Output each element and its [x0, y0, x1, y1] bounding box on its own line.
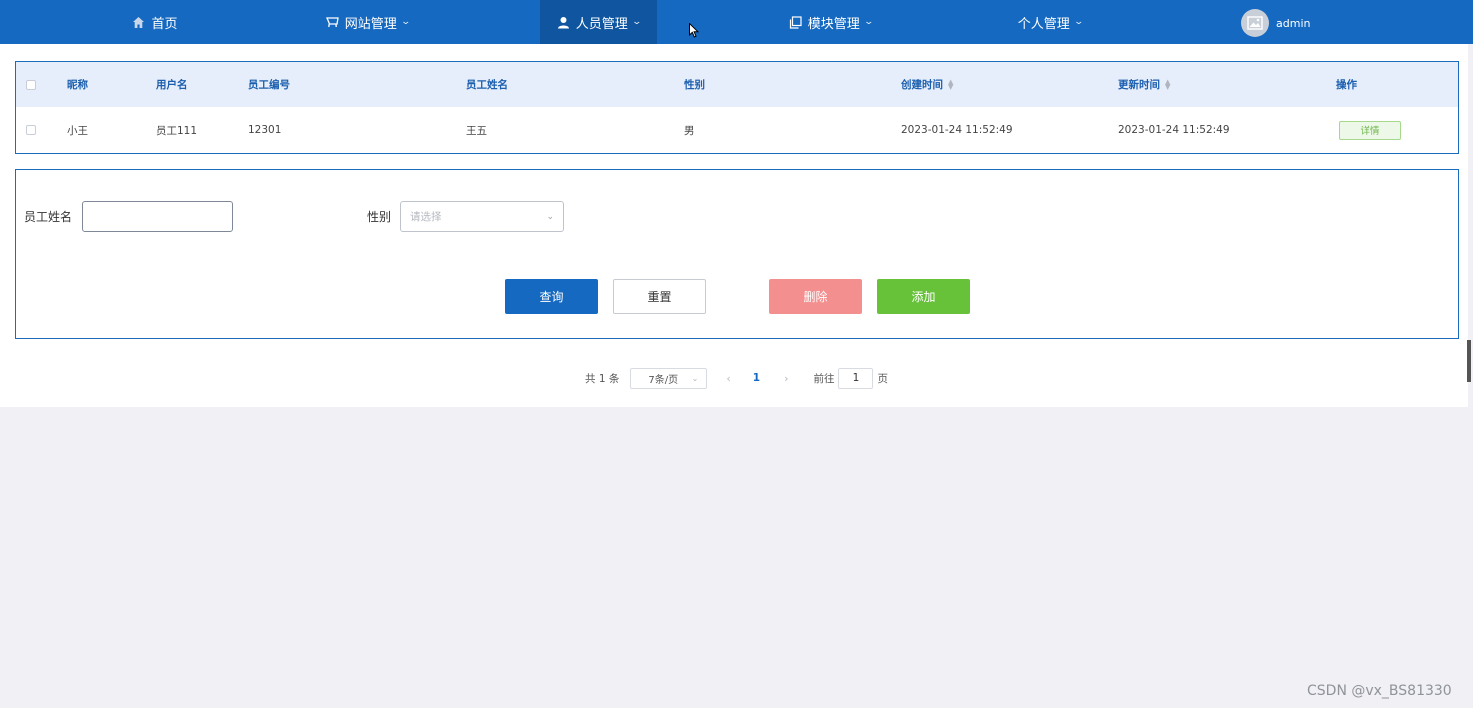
gender-label: 性别 [367, 210, 392, 224]
pagination-total: 共 1 条 [585, 372, 620, 385]
query-button[interactable]: 查询 [505, 279, 598, 314]
gender-select-placeholder: 请选择 [410, 211, 442, 223]
chevron-down-icon: ⌄ [863, 17, 874, 27]
row-checkbox[interactable] [26, 107, 36, 153]
nav-item-home[interactable]: 首页 [100, 0, 210, 44]
goto-page-input[interactable]: 1 [838, 367, 874, 389]
user-name: admin [1276, 16, 1311, 30]
scrollbar[interactable] [1467, 340, 1471, 382]
table-row: 小王 员工111 12301 王五 男 2023-01-24 11:52:49 … [16, 107, 1458, 153]
cell-employee-no: 12301 [248, 124, 282, 136]
prev-page-icon[interactable]: ‹ [726, 372, 730, 385]
detail-button[interactable]: 详情 [1339, 120, 1401, 140]
chevron-down-icon: ⌄ [546, 211, 554, 222]
delete-button[interactable]: 删除 [769, 279, 862, 314]
column-header-created-label: 创建时间 [901, 79, 943, 91]
goto-label: 前往 [813, 372, 835, 385]
top-nav: 首页 网站管理 ⌄ 人员管理 ⌄ 模块管理 ⌄ 个人管理 ⌄ admin [0, 0, 1473, 44]
nav-label-personal-management: 个人管理 [1017, 16, 1070, 32]
column-header-gender: 性别 [684, 79, 705, 91]
nav-item-module-management[interactable]: 模块管理 ⌄ [773, 0, 888, 44]
add-button[interactable]: 添加 [877, 279, 970, 314]
cell-employee-name: 王五 [466, 124, 487, 137]
column-header-nickname: 昵称 [67, 79, 88, 91]
table-header: 昵称 用户名 员工编号 员工姓名 性别 创建时间 ▲ ▼ 更新时间 ▲ ▼ 操作 [16, 62, 1458, 107]
next-page-icon[interactable]: › [784, 372, 788, 385]
staff-table: 昵称 用户名 员工编号 员工姓名 性别 创建时间 ▲ ▼ 更新时间 ▲ ▼ 操作 小… [15, 61, 1459, 154]
cell-created: 2023-01-24 11:52:49 [901, 124, 1013, 136]
avatar[interactable] [1241, 9, 1269, 37]
column-header-username: 用户名 [156, 79, 188, 91]
cart-icon [325, 16, 339, 29]
column-header-action: 操作 [1336, 79, 1357, 91]
copy-icon [789, 15, 802, 29]
content-area: 昵称 用户名 员工编号 员工姓名 性别 创建时间 ▲ ▼ 更新时间 ▲ ▼ 操作 小… [0, 44, 1468, 407]
home-icon [132, 16, 145, 29]
select-all-checkbox[interactable] [26, 62, 36, 107]
chevron-down-icon: ⌄ [400, 17, 411, 27]
chevron-down-icon: ⌄ [631, 17, 642, 27]
cell-nickname: 小王 [67, 124, 88, 137]
cell-username: 员工111 [156, 124, 198, 137]
cell-gender: 男 [684, 124, 695, 137]
search-form: 员工姓名 性别 请选择 ⌄ 查询 重置 删除 添加 [15, 169, 1459, 339]
column-header-employee-name: 员工姓名 [466, 79, 508, 91]
nav-item-staff-management[interactable]: 人员管理 ⌄ [540, 0, 657, 44]
column-header-updated[interactable]: 更新时间 ▲ ▼ [1118, 62, 1170, 107]
cell-updated: 2023-01-24 11:52:49 [1118, 124, 1230, 136]
column-header-updated-label: 更新时间 [1118, 79, 1160, 91]
nav-label-site-management: 网站管理 [344, 16, 397, 32]
nav-item-personal-management[interactable]: 个人管理 ⌄ [1000, 0, 1100, 44]
user-menu[interactable]: admin [1241, 9, 1310, 37]
column-header-employee-no: 员工编号 [248, 79, 290, 91]
nav-label-home: 首页 [151, 16, 178, 32]
sort-icon[interactable]: ▲ ▼ [948, 78, 953, 90]
nav-label-module-management: 模块管理 [807, 16, 860, 32]
pagination: 共 1 条 7条/页 ⌄ ‹ 1 › 前往 1 页 [585, 367, 888, 389]
watermark: CSDN @vx_BS81330 [1307, 683, 1452, 699]
employee-name-label: 员工姓名 [24, 210, 73, 224]
gender-select[interactable]: 请选择 ⌄ [400, 201, 564, 232]
mouse-cursor-icon [689, 23, 699, 38]
page-size-value: 7条/页 [648, 374, 679, 386]
chevron-down-icon: ⌄ [1073, 17, 1084, 27]
chevron-down-icon: ⌄ [691, 373, 699, 383]
column-header-created[interactable]: 创建时间 ▲ ▼ [901, 62, 953, 107]
employee-name-input[interactable] [82, 201, 233, 232]
nav-label-staff-management: 人员管理 [575, 16, 628, 32]
image-icon [1247, 16, 1263, 30]
reset-button[interactable]: 重置 [613, 279, 706, 314]
page-unit-label: 页 [877, 372, 888, 385]
nav-item-site-management[interactable]: 网站管理 ⌄ [310, 0, 425, 44]
user-icon [557, 16, 570, 29]
page-size-select[interactable]: 7条/页 ⌄ [630, 367, 708, 389]
page-number[interactable]: 1 [753, 372, 760, 384]
sort-icon[interactable]: ▲ ▼ [1165, 78, 1170, 90]
cell-action: 详情 [1339, 107, 1401, 153]
